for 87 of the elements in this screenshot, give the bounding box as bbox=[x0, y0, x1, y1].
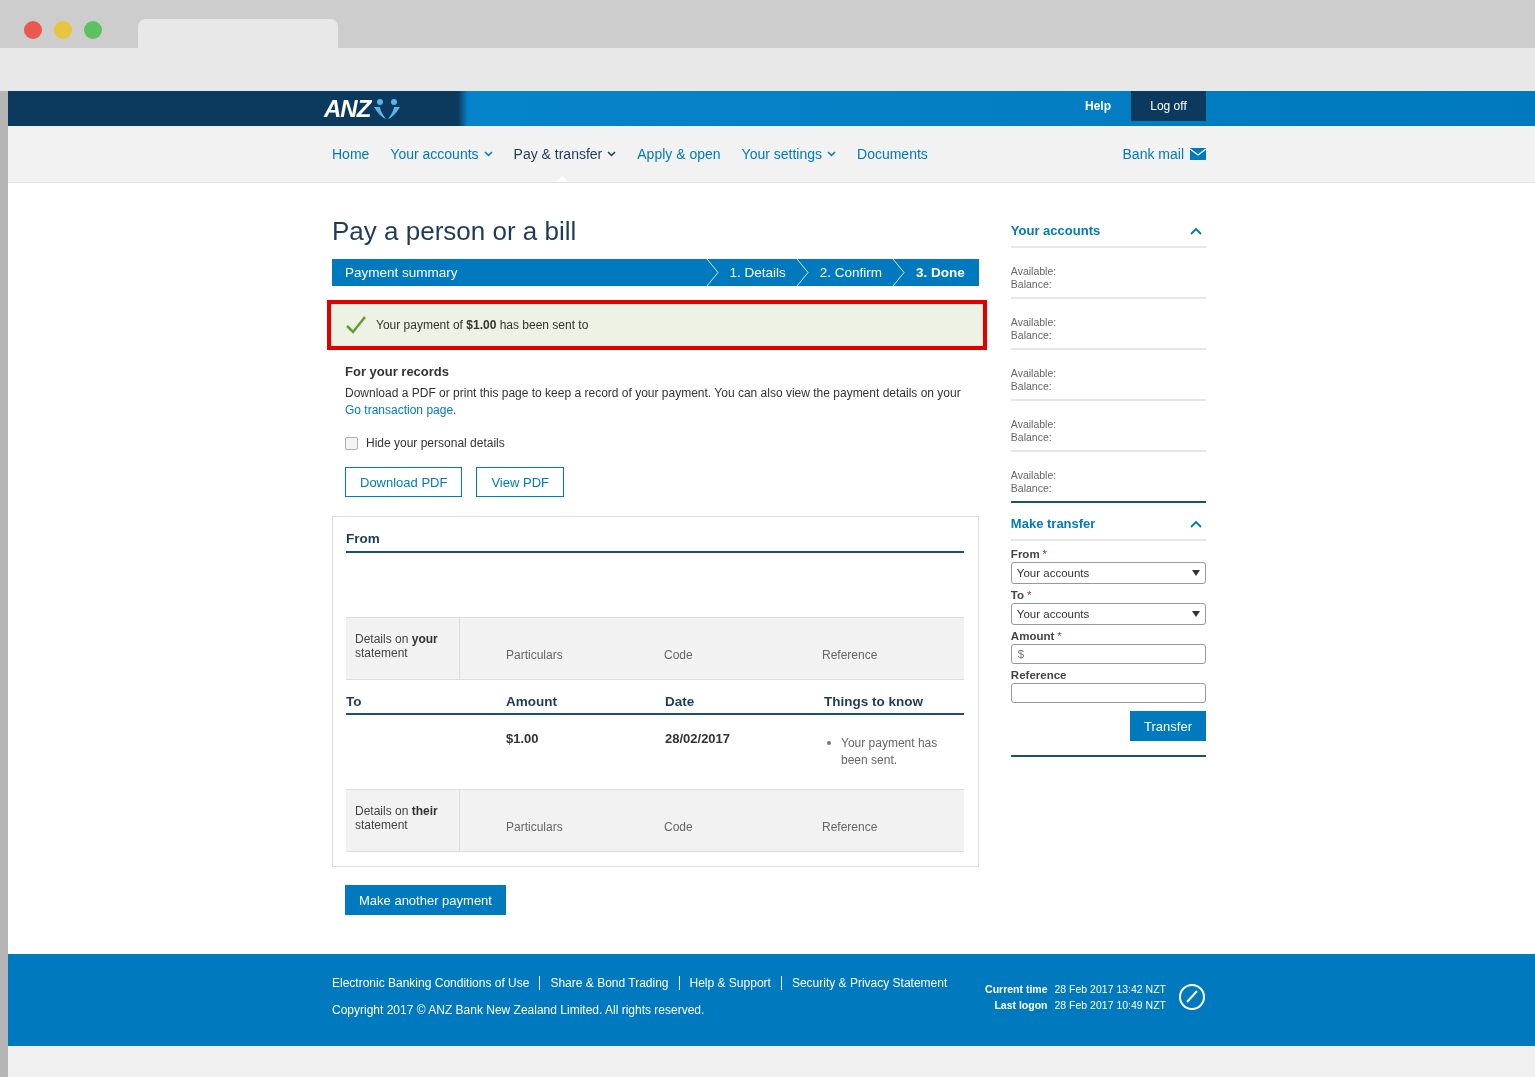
bank-mail-link[interactable]: Bank mail bbox=[1122, 146, 1206, 162]
nav-item[interactable]: Documents bbox=[857, 146, 928, 162]
success-text: Your payment of $1.00 has been sent to bbox=[376, 318, 589, 332]
caret-icon bbox=[1192, 570, 1200, 576]
checkbox-label[interactable]: Hide your personal details bbox=[366, 436, 505, 450]
required-mark: * bbox=[1042, 548, 1048, 560]
transaction-page-link[interactable]: Go transaction page. bbox=[345, 403, 457, 417]
footer-link[interactable]: Electronic Banking Conditions of Use bbox=[332, 976, 540, 990]
checkmark-icon bbox=[346, 316, 366, 334]
column-header: Things to know bbox=[824, 694, 924, 709]
nav-item[interactable]: Your settings bbox=[741, 146, 836, 162]
input-field[interactable] bbox=[1010, 683, 1206, 703]
statement-field: Code bbox=[651, 790, 809, 851]
time-label: Last logon bbox=[993, 997, 1048, 1013]
clock-icon bbox=[1178, 982, 1206, 1011]
pdf-button[interactable]: Download PDF bbox=[345, 467, 463, 497]
progress-label: Payment summary bbox=[345, 265, 459, 280]
collapse-icon[interactable] bbox=[1190, 519, 1202, 528]
field-label: Amount bbox=[1010, 630, 1055, 642]
people-icon bbox=[372, 96, 403, 121]
progress-step: 1. Details bbox=[719, 265, 796, 280]
time-value: 28 Feb 2017 13:42 NZT bbox=[1054, 981, 1166, 997]
available-label: Available: bbox=[1010, 469, 1058, 482]
progress-step: 2. Confirm bbox=[809, 265, 893, 280]
panel-heading: Your accounts bbox=[1010, 223, 1101, 238]
column-header: To bbox=[346, 694, 363, 709]
column-header: Date bbox=[665, 694, 696, 709]
from-heading: From bbox=[346, 531, 964, 553]
balance-label: Balance: bbox=[1010, 329, 1053, 342]
collapse-icon[interactable] bbox=[1190, 226, 1202, 235]
pdf-button[interactable]: View PDF bbox=[476, 467, 564, 497]
logo[interactable]: ANZ bbox=[324, 94, 371, 123]
field-label: From bbox=[1010, 548, 1040, 560]
statement-field: Particulars bbox=[493, 618, 651, 679]
balance-label: Balance: bbox=[1010, 431, 1053, 444]
nav-item[interactable]: Apply & open bbox=[637, 146, 721, 162]
statement-field: Particulars bbox=[493, 790, 651, 851]
statement-label: Details on their statement bbox=[346, 790, 460, 851]
available-label: Available: bbox=[1010, 316, 1058, 329]
pointer-icon bbox=[555, 176, 568, 182]
field-label: To bbox=[1010, 589, 1025, 601]
step-separator-icon bbox=[892, 259, 907, 286]
balance-label: Balance: bbox=[1010, 482, 1053, 495]
dropdown[interactable]: Your accounts bbox=[1010, 562, 1206, 584]
checkbox[interactable] bbox=[345, 436, 358, 450]
section-heading: For your records bbox=[345, 364, 451, 379]
time-value: 28 Feb 2017 10:49 NZT bbox=[1054, 997, 1166, 1013]
dropdown[interactable]: Your accounts bbox=[1010, 603, 1206, 625]
nav-item[interactable]: Pay & transfer bbox=[513, 146, 617, 162]
step-separator-icon bbox=[705, 259, 720, 286]
input-field[interactable]: $ bbox=[1010, 644, 1206, 664]
panel-heading: Make transfer bbox=[1010, 516, 1096, 531]
footer-link[interactable]: Help & Support bbox=[678, 976, 781, 990]
nav-item[interactable]: Home bbox=[332, 146, 370, 162]
caret-icon bbox=[1192, 611, 1200, 617]
available-label: Available: bbox=[1010, 265, 1058, 278]
copyright-text: Copyright 2017 © ANZ Bank New Zealand Limited. All rights reserved. bbox=[332, 1003, 706, 1017]
footer-link[interactable]: Share & Bond Trading bbox=[539, 976, 679, 990]
time-label: Current time bbox=[985, 981, 1048, 997]
mail-icon bbox=[1190, 148, 1206, 160]
column-header: Amount bbox=[506, 694, 558, 709]
statement-label: Details on your statement bbox=[346, 618, 460, 679]
maximize-icon[interactable] bbox=[84, 21, 102, 39]
statement-field: Reference bbox=[809, 618, 964, 679]
note-text: Your payment has been sent. bbox=[841, 735, 939, 769]
balance-label: Balance: bbox=[1010, 278, 1053, 291]
required-mark: * bbox=[1057, 630, 1062, 642]
close-icon[interactable] bbox=[24, 21, 42, 39]
progress-step: 3. Done bbox=[906, 265, 979, 280]
step-separator-icon bbox=[795, 259, 810, 286]
nav-item[interactable]: Your accounts bbox=[390, 146, 493, 162]
page-title: Pay a person or a bill bbox=[332, 216, 578, 247]
statement-field: Code bbox=[651, 618, 809, 679]
required-mark: * bbox=[1027, 589, 1032, 601]
available-label: Available: bbox=[1010, 367, 1058, 380]
transfer-button[interactable]: Transfer bbox=[1130, 711, 1206, 741]
help-link[interactable]: Help bbox=[1065, 91, 1131, 121]
log-off-button[interactable]: Log off bbox=[1131, 91, 1206, 121]
balance-label: Balance: bbox=[1010, 380, 1053, 393]
statement-field: Reference bbox=[809, 790, 964, 851]
records-text: Download a PDF or print this page to keep a record of your payment. You can also view the payment details on your Go transaction page. bbox=[345, 385, 962, 419]
footer-link[interactable]: Security & Privacy Statement bbox=[780, 976, 958, 990]
date-cell-text: 28/02/2017 bbox=[665, 731, 732, 748]
amount-cell-text: $1.00 bbox=[506, 731, 540, 748]
available-label: Available: bbox=[1010, 418, 1058, 431]
make-another-payment-button[interactable]: Make another payment bbox=[345, 885, 506, 915]
field-label: Reference bbox=[1010, 669, 1067, 681]
